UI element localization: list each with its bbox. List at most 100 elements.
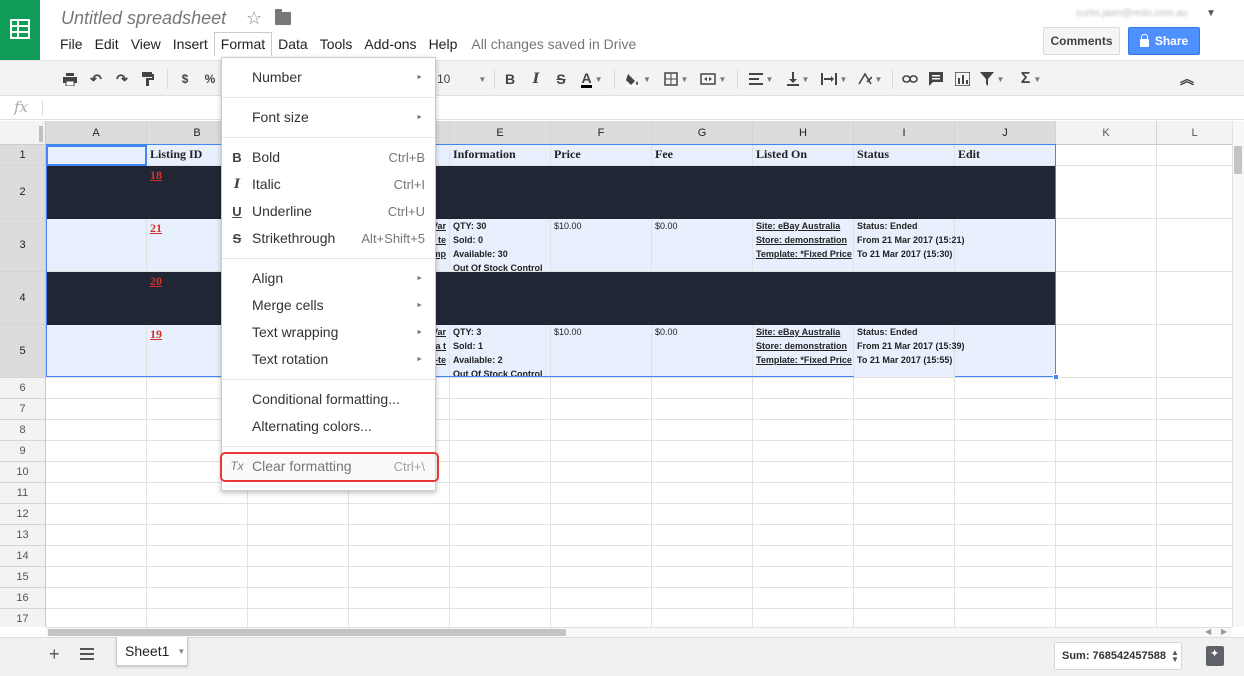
row-header-2[interactable]: 2 xyxy=(0,166,46,219)
cell-e7[interactable] xyxy=(450,399,551,420)
cell-a8[interactable] xyxy=(46,420,147,441)
menu-addons[interactable]: Add-ons xyxy=(358,32,422,56)
cell-a10[interactable] xyxy=(46,462,147,483)
cell-l1[interactable] xyxy=(1157,145,1232,166)
cell-g16[interactable] xyxy=(652,588,753,609)
vertical-align-icon[interactable]: ▼ xyxy=(783,69,813,89)
cell-e5[interactable]: QTY: 3 Sold: 1 Available: 2 Out Of Stock Co… xyxy=(450,325,551,378)
account-chevron-down-icon[interactable]: ▼ xyxy=(1206,8,1216,19)
column-header-j[interactable]: J xyxy=(955,121,1056,145)
cell-a11[interactable] xyxy=(46,483,147,504)
cell-l9[interactable] xyxy=(1157,441,1232,462)
cell-k13[interactable] xyxy=(1056,525,1157,546)
listing-id-link[interactable]: 20 xyxy=(147,272,165,291)
fill-color-icon[interactable]: ▼ xyxy=(622,69,654,89)
cell-f16[interactable] xyxy=(551,588,652,609)
scroll-left-icon[interactable]: ◀ xyxy=(1205,627,1211,636)
cell-k9[interactable] xyxy=(1056,441,1157,462)
cell-e17[interactable] xyxy=(450,609,551,627)
cell-f13[interactable] xyxy=(551,525,652,546)
column-header-e[interactable]: E xyxy=(450,121,551,145)
horizontal-scroll-thumb[interactable] xyxy=(48,629,566,636)
cell-b16[interactable] xyxy=(147,588,248,609)
text-color-icon[interactable]: A ▼ xyxy=(576,69,608,89)
cell-h15[interactable] xyxy=(753,567,854,588)
cell-j3[interactable] xyxy=(955,219,1056,272)
cell-e10[interactable] xyxy=(450,462,551,483)
cell-d15[interactable] xyxy=(349,567,450,588)
row-header-14[interactable]: 14 xyxy=(0,546,46,567)
cell-g10[interactable] xyxy=(652,462,753,483)
menu-item-font-size[interactable]: Font size ► xyxy=(222,105,435,129)
column-header-f[interactable]: F xyxy=(551,121,652,145)
explore-icon[interactable] xyxy=(1206,646,1224,666)
cell-b15[interactable] xyxy=(147,567,248,588)
cell-h9[interactable] xyxy=(753,441,854,462)
cell-a14[interactable] xyxy=(46,546,147,567)
cell-h10[interactable] xyxy=(753,462,854,483)
cell-i8[interactable] xyxy=(854,420,955,441)
cell-l3[interactable] xyxy=(1157,219,1232,272)
sum-indicator[interactable]: Sum: 768542457588 ▲ ▼ xyxy=(1054,642,1182,670)
cell-j16[interactable] xyxy=(955,588,1056,609)
cell-e16[interactable] xyxy=(450,588,551,609)
cell-i1[interactable]: Status xyxy=(854,145,955,166)
cell-j14[interactable] xyxy=(955,546,1056,567)
cell-g15[interactable] xyxy=(652,567,753,588)
borders-icon[interactable]: ▼ xyxy=(661,69,691,89)
cell-e14[interactable] xyxy=(450,546,551,567)
menu-insert[interactable]: Insert xyxy=(167,32,214,56)
cell-e9[interactable] xyxy=(450,441,551,462)
collapse-toolbar-icon[interactable]: ︽ xyxy=(1178,69,1196,89)
row-header-8[interactable]: 8 xyxy=(0,420,46,441)
cell-k14[interactable] xyxy=(1056,546,1157,567)
cell-h16[interactable] xyxy=(753,588,854,609)
cell-b14[interactable] xyxy=(147,546,248,567)
horizontal-align-icon[interactable]: ▼ xyxy=(745,69,777,89)
row-header-16[interactable]: 16 xyxy=(0,588,46,609)
cell-f8[interactable] xyxy=(551,420,652,441)
cell-l14[interactable] xyxy=(1157,546,1232,567)
cell-h3[interactable]: Site: eBay Australia Store: demonstration… xyxy=(753,219,854,272)
cell-l11[interactable] xyxy=(1157,483,1232,504)
cell-c12[interactable] xyxy=(248,504,349,525)
menu-item-alternating-colors[interactable]: Alternating colors... xyxy=(222,414,435,438)
menu-item-text-rotation[interactable]: Text rotation ► xyxy=(222,347,435,371)
menu-item-align[interactable]: Align ► xyxy=(222,266,435,290)
functions-icon[interactable]: Σ ▼ xyxy=(1016,69,1046,89)
cell-a12[interactable] xyxy=(46,504,147,525)
cell-f3[interactable]: $10.00 xyxy=(551,219,652,272)
cell-k3[interactable] xyxy=(1056,219,1157,272)
paint-format-icon[interactable] xyxy=(139,69,157,89)
bold-icon[interactable]: B xyxy=(502,69,518,89)
cell-e15[interactable] xyxy=(450,567,551,588)
cell-l5[interactable] xyxy=(1157,325,1232,378)
cell-l12[interactable] xyxy=(1157,504,1232,525)
row-header-1[interactable]: 1 xyxy=(0,145,46,166)
menu-edit[interactable]: Edit xyxy=(89,32,125,56)
cell-f17[interactable] xyxy=(551,609,652,627)
cell-e1[interactable]: Information xyxy=(450,145,551,166)
cell-j1[interactable]: Edit xyxy=(955,145,1056,166)
listed-on-link[interactable]: Template: *Fixed Price xyxy=(753,353,853,367)
cell-j12[interactable] xyxy=(955,504,1056,525)
cell-f7[interactable] xyxy=(551,399,652,420)
cell-e12[interactable] xyxy=(450,504,551,525)
cell-d17[interactable] xyxy=(349,609,450,627)
sheet-tab[interactable]: Sheet1 ▼ xyxy=(116,637,188,666)
cell-i5[interactable]: Status: Ended From 21 Mar 2017 (15:39) To … xyxy=(854,325,965,378)
column-header-i[interactable]: I xyxy=(854,121,955,145)
cell-j6[interactable] xyxy=(955,378,1056,399)
cell-a15[interactable] xyxy=(46,567,147,588)
cell-f14[interactable] xyxy=(551,546,652,567)
cell-d13[interactable] xyxy=(349,525,450,546)
cell-f6[interactable] xyxy=(551,378,652,399)
sheets-logo[interactable] xyxy=(0,0,40,60)
cell-c16[interactable] xyxy=(248,588,349,609)
menu-item-underline[interactable]: U Underline Ctrl+U xyxy=(222,199,435,223)
cell-h1[interactable]: Listed On xyxy=(753,145,854,166)
cell-e3[interactable]: QTY: 30 Sold: 0 Available: 30 Out Of Stock … xyxy=(450,219,551,272)
cell-a9[interactable] xyxy=(46,441,147,462)
share-button[interactable]: Share xyxy=(1128,27,1200,55)
vertical-scroll-thumb[interactable] xyxy=(1234,146,1242,174)
